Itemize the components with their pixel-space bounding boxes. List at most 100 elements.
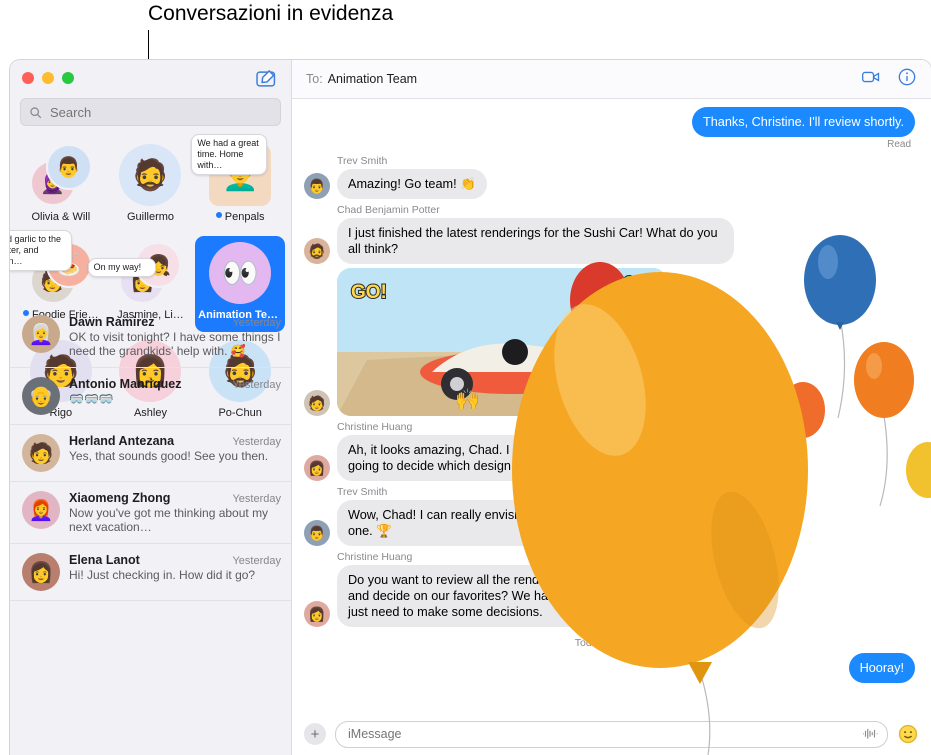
messages-window: 🧕 👨 Olivia & Will 🧔 Guillermo <box>10 60 931 755</box>
screenshot-root: Conversazioni in evidenza Search 👨 Olivi… <box>0 0 931 755</box>
conversation-time: Yesterday <box>232 379 281 391</box>
info-icon[interactable] <box>897 67 917 92</box>
message-timestamp: Today 9:41 AM <box>574 637 645 649</box>
conversation-row-dawn-ramirez[interactable]: 👩‍🦳 Dawn Ramirez Yesterday OK to visit t… <box>10 306 291 368</box>
pinned-item-olivia-will[interactable]: 🧕 👨 Olivia & Will <box>16 138 106 234</box>
conversation-header: Xiaomeng Zhong Yesterday <box>69 491 281 505</box>
conversation-time: Yesterday <box>232 493 281 505</box>
conversation-row-herland-antezana[interactable]: 🧑 Herland Antezana Yesterday Yes, that s… <box>10 425 291 482</box>
conversation-preview: Yes, that sounds good! See you then. <box>69 449 269 463</box>
chat-header: To: Animation Team <box>292 60 931 99</box>
avatar: 👩‍🦳 <box>22 315 60 353</box>
pinned-item-guillermo[interactable]: 🧔 Guillermo <box>106 138 196 234</box>
message-bubble-incoming[interactable]: Amazing! Go team! 👏 <box>337 169 487 199</box>
pinned-preview-bubble: Add garlic to the butter, and then… <box>10 230 72 271</box>
message-sender-name: Christine Huang <box>337 551 413 563</box>
sidebar: 🧕 👨 Olivia & Will 🧔 Guillermo <box>10 60 292 755</box>
sticker-go: GO! <box>350 281 388 304</box>
avatar: 👨 <box>304 520 330 546</box>
message-row-incoming: 👨 Wow, Chad! I can really envision us ta… <box>304 500 915 546</box>
unread-dot-icon <box>215 211 222 218</box>
conversation-body: Antonio Manriquez Yesterday 🥽🥽🥽 <box>69 377 281 415</box>
conversation-header: Herland Antezana Yesterday <box>69 434 281 448</box>
conversation-body: Dawn Ramirez Yesterday OK to visit tonig… <box>69 315 281 358</box>
message-bubble-incoming[interactable]: Do you want to review all the renders to… <box>337 565 741 627</box>
conversation-row-xiaomeng-zhong[interactable]: 👩‍🦰 Xiaomeng Zhong Yesterday Now you've … <box>10 482 291 544</box>
pinned-item-label: Guillermo <box>126 211 175 223</box>
avatar: 🧑 <box>22 434 60 472</box>
pinned-item-label-row: Penpals <box>215 206 265 223</box>
avatar: 👨 <box>304 173 330 199</box>
avatar-secondary: 👨 <box>45 144 92 190</box>
chat-pane: To: Animation Team Thanks, Christine. I'… <box>292 60 931 755</box>
audio-waveform-icon[interactable] <box>861 727 879 741</box>
conversation-name: Xiaomeng Zhong <box>69 491 171 505</box>
compose-icon[interactable] <box>255 68 277 90</box>
conversation-header: Dawn Ramirez Yesterday <box>69 315 281 329</box>
conversation-preview: 🥽🥽🥽 <box>69 392 114 406</box>
avatar: 🧔 <box>119 144 182 206</box>
conversation-time: Yesterday <box>232 317 281 329</box>
conversation-name: Dawn Ramirez <box>69 315 155 329</box>
search-field[interactable] <box>20 98 281 126</box>
pinned-preview-bubble: On my way! <box>87 258 156 277</box>
message-row-incoming: 🧔 I just finished the latest renderings … <box>304 218 915 264</box>
message-sender-name: Trev Smith <box>337 155 388 167</box>
sticker-zoom: ZOOM <box>600 273 650 292</box>
avatar: 👩 <box>22 553 60 591</box>
conversation-time: Yesterday <box>232 436 281 448</box>
conversation-preview: OK to visit tonight? I have some things … <box>69 330 281 358</box>
message-input-bar: + <box>292 713 931 755</box>
message-row-incoming: 👨 Amazing! Go team! 👏 <box>304 169 915 199</box>
add-attachment-icon[interactable]: + <box>304 723 326 745</box>
avatar-image: 👀 <box>209 242 272 304</box>
conversation-body: Elena Lanot Yesterday Hi! Just checking … <box>69 553 281 591</box>
search-icon <box>30 106 42 118</box>
message-row-image: 🧑 GO! ZOOM 🙌 <box>304 268 915 416</box>
conversation-body: Xiaomeng Zhong Yesterday Now you've got … <box>69 491 281 534</box>
message-bubble-incoming[interactable]: Wow, Chad! I can really envision us taki… <box>337 500 741 546</box>
message-list[interactable]: Thanks, Christine. I'll review shortly. … <box>292 99 931 713</box>
minimize-button-icon[interactable] <box>42 72 54 84</box>
message-sender-name: Chad Benjamin Potter <box>337 204 440 216</box>
avatar: 👀 <box>209 242 272 304</box>
message-image-attachment[interactable]: GO! ZOOM 🙌 <box>337 268 667 416</box>
avatar: 👴 <box>22 377 60 415</box>
message-bubble-hooray[interactable]: Hooray! <box>848 653 915 683</box>
sticker-hands: 🙌 <box>455 389 480 411</box>
emoji-picker-icon[interactable] <box>897 723 919 745</box>
pinned-preview-bubble: We had a great time. Home with… <box>191 134 268 175</box>
message-row-outgoing: Hooray! <box>304 653 915 683</box>
close-button-icon[interactable] <box>22 72 34 84</box>
pinned-item-label-row: Olivia & Will <box>31 206 90 223</box>
conversation-body: Herland Antezana Yesterday Yes, that sou… <box>69 434 281 472</box>
message-row-incoming: 👩 Do you want to review all the renders … <box>304 565 915 627</box>
avatar: 🧔 <box>304 238 330 264</box>
zoom-button-icon[interactable] <box>62 72 74 84</box>
message-sender-name: Trev Smith <box>337 486 388 498</box>
video-camera-icon[interactable] <box>861 67 881 92</box>
message-bubble-incoming[interactable]: Ah, it looks amazing, Chad. I love it so… <box>337 435 741 481</box>
avatar: 🧕 👨 <box>29 144 92 206</box>
traffic-lights <box>22 72 74 84</box>
recipient-name[interactable]: Animation Team <box>328 72 417 86</box>
conversation-name: Herland Antezana <box>69 434 175 448</box>
pinned-item-label: Penpals <box>224 211 265 223</box>
search-input[interactable] <box>48 103 272 121</box>
message-input[interactable] <box>346 726 861 742</box>
message-bubble-incoming[interactable]: I just finished the latest renderings fo… <box>337 218 734 264</box>
conversation-row-elena-lanot[interactable]: 👩 Elena Lanot Yesterday Hi! Just checkin… <box>10 544 291 601</box>
conversation-header: Elena Lanot Yesterday <box>69 553 281 567</box>
conversation-list[interactable]: 👩‍🦳 Dawn Ramirez Yesterday OK to visit t… <box>10 306 291 755</box>
avatar-image: 🧔 <box>119 144 182 206</box>
conversation-header: Antonio Manriquez Yesterday <box>69 377 281 391</box>
avatar: 👩 <box>304 455 330 481</box>
message-row-outgoing: Thanks, Christine. I'll review shortly. <box>304 107 915 137</box>
conversation-name: Elena Lanot <box>69 553 140 567</box>
conversation-preview: Now you've got me thinking about my next… <box>69 506 269 534</box>
message-input-field[interactable] <box>335 720 888 748</box>
pinned-item-penpals[interactable]: We had a great time. Home with… 👨‍🦱 Penp… <box>191 134 285 234</box>
conversation-row-antonio-manriquez[interactable]: 👴 Antonio Manriquez Yesterday 🥽🥽🥽 <box>10 368 291 425</box>
conversation-time: Yesterday <box>232 555 281 567</box>
message-bubble-outgoing[interactable]: Thanks, Christine. I'll review shortly. <box>691 107 915 137</box>
